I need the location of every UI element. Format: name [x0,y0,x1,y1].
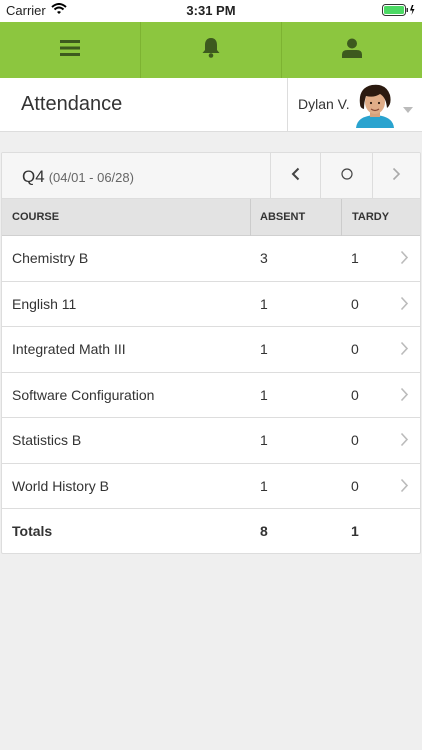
chevron-right-icon [400,341,409,359]
totals-label: Totals [12,523,53,539]
absent-count: 3 [260,250,268,266]
student-name: Dylan V. [298,96,350,112]
chevron-right-icon [392,167,401,186]
user-icon [342,38,362,63]
absent-count: 1 [260,386,268,403]
notifications-button[interactable] [141,22,282,78]
total-tardy: 1 [351,523,359,539]
previous-quarter-button[interactable] [270,153,320,199]
chevron-down-icon [403,100,413,118]
status-time: 3:31 PM [186,3,236,18]
course-name: World History B [12,477,109,494]
tardy-count: 0 [351,295,359,312]
table-row[interactable]: Integrated Math III 1 0 [2,327,420,373]
status-bar: Carrier 3:31 PM [0,0,422,22]
student-selector[interactable]: Dylan V. [287,78,422,132]
course-list: Chemistry B 3 1 English 11 1 0 Integrate… [2,236,420,553]
tardy-count: 1 [351,250,359,266]
avatar [352,82,398,128]
column-header-tardy: TARDY [341,199,420,236]
chevron-right-icon [400,387,409,405]
menu-icon [60,39,80,61]
tardy-count: 0 [351,341,359,357]
tardy-count: 0 [351,386,359,403]
column-header-absent: ABSENT [250,199,342,236]
absent-count: 1 [260,295,268,312]
quarter-name: Q4 [22,167,45,186]
course-name: Software Configuration [12,386,155,403]
page-header: Attendance Dylan V. [0,78,422,132]
chevron-right-icon [400,432,409,450]
chevron-right-icon [400,296,409,314]
table-row[interactable]: English 11 1 0 [2,282,420,327]
table-row[interactable]: Software Configuration 1 0 [2,373,420,418]
top-toolbar [0,22,422,78]
chevron-left-icon [291,167,300,186]
course-name: English 11 [12,295,77,312]
totals-row: Totals 8 1 [2,509,420,553]
table-row[interactable]: World History B 1 0 [2,464,420,509]
course-name: Statistics B [12,432,82,448]
quarter-bar: Q4 (04/01 - 06/28) [2,153,420,199]
absent-count: 1 [260,432,268,448]
table-header: COURSE ABSENT TARDY [2,199,420,236]
quarter-label: Q4 (04/01 - 06/28) [22,167,134,187]
chevron-right-icon [400,250,409,268]
circle-icon [340,167,353,185]
current-quarter-button[interactable] [320,153,372,199]
menu-button[interactable] [0,22,141,78]
absent-count: 1 [260,477,268,494]
course-name: Chemistry B [12,250,89,266]
battery-icon [382,4,416,19]
absent-count: 1 [260,341,268,357]
column-header-course: COURSE [12,211,60,223]
chevron-right-icon [400,478,409,496]
attendance-card: Q4 (04/01 - 06/28) COURSE ABSENT TARDY Ch… [1,152,421,554]
course-name: Integrated Math III [12,341,126,357]
page-title: Attendance [21,93,123,115]
table-row[interactable]: Chemistry B 3 1 [2,236,420,282]
bell-icon [201,37,221,63]
profile-button[interactable] [282,22,422,78]
table-row[interactable]: Statistics B 1 0 [2,418,420,464]
quarter-range: (04/01 - 06/28) [48,170,134,185]
tardy-count: 0 [351,477,359,494]
tardy-count: 0 [351,432,359,448]
next-quarter-button[interactable] [372,153,420,199]
total-absent: 8 [260,523,268,539]
